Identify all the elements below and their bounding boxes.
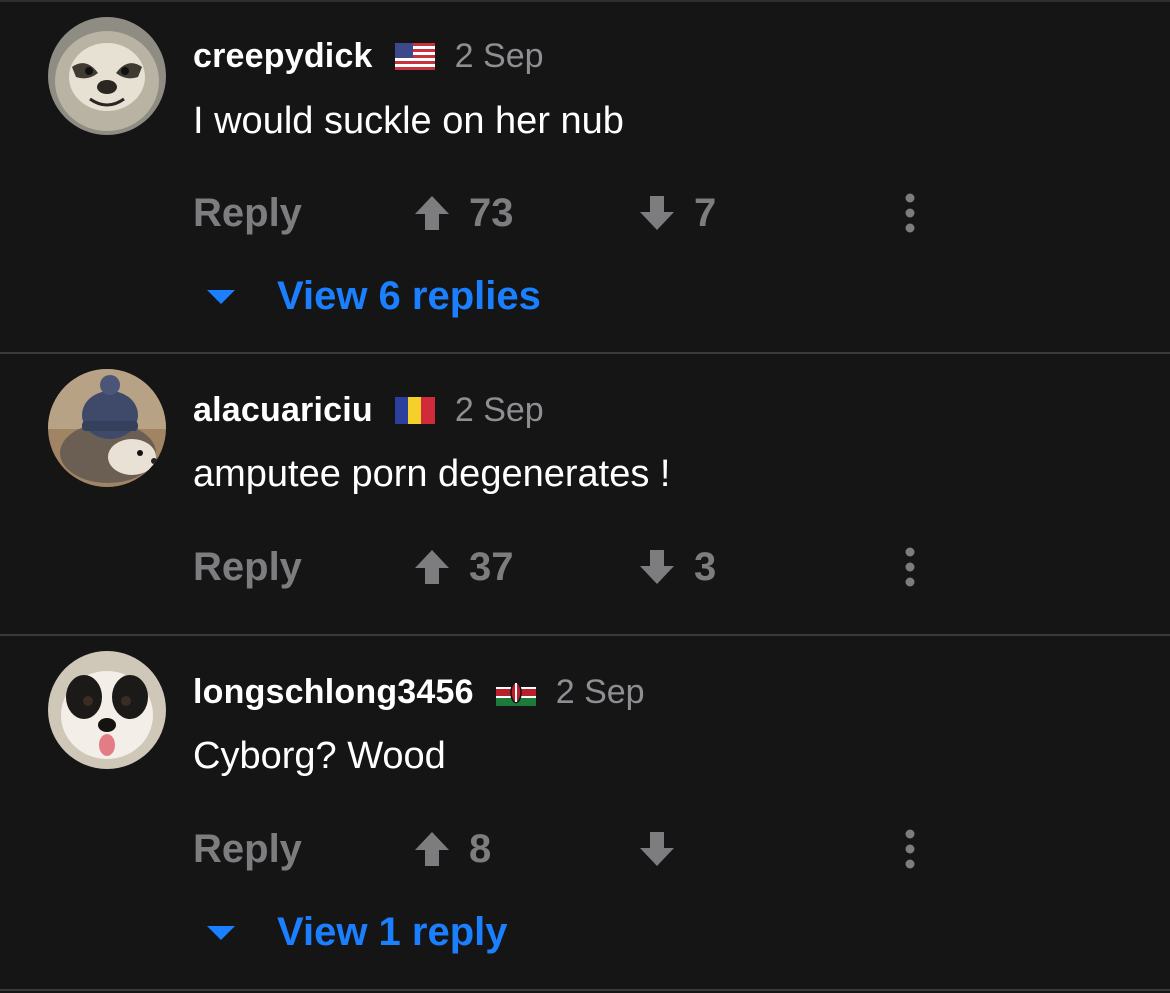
top-divider xyxy=(0,0,1170,2)
comment-text: I would suckle on her nub xyxy=(193,100,624,142)
comment-divider xyxy=(0,352,1170,354)
more-options-icon[interactable] xyxy=(895,190,925,236)
view-replies-label: View 6 replies xyxy=(277,273,541,318)
comment-actions: Reply 37 3 xyxy=(193,544,953,590)
arrow-up-icon xyxy=(415,196,449,230)
arrow-down-icon xyxy=(640,196,674,230)
view-replies-button[interactable]: View 1 reply xyxy=(205,909,508,955)
downvote-count: 3 xyxy=(694,544,717,589)
upvote-count: 73 xyxy=(469,190,514,235)
downvote-button[interactable]: 3 xyxy=(638,544,716,590)
comment-divider xyxy=(0,989,1170,991)
more-options-icon[interactable] xyxy=(895,826,925,872)
downvote-count: 7 xyxy=(694,190,717,235)
upvote-count: 8 xyxy=(469,826,492,871)
comment-divider xyxy=(0,634,1170,636)
arrow-down-icon xyxy=(640,550,674,584)
dog-avatar[interactable] xyxy=(48,651,166,769)
comment-date: 2 Sep xyxy=(555,672,645,711)
more-options-icon[interactable] xyxy=(895,544,925,590)
comment-header: alacuariciu 2 Sep xyxy=(193,390,544,430)
downvote-button[interactable] xyxy=(638,826,694,872)
upvote-button[interactable]: 37 xyxy=(413,544,514,590)
downvote-button[interactable]: 7 xyxy=(638,190,716,236)
caret-down-icon xyxy=(205,922,237,942)
sloth-avatar[interactable] xyxy=(48,17,166,135)
arrow-up-icon xyxy=(415,832,449,866)
comment-text: amputee porn degenerates ! xyxy=(193,453,671,495)
username[interactable]: alacuariciu xyxy=(193,391,373,430)
romania-flag-icon xyxy=(394,396,435,424)
view-replies-label: View 1 reply xyxy=(277,909,508,954)
upvote-button[interactable]: 73 xyxy=(413,190,514,236)
upvote-button[interactable]: 8 xyxy=(413,826,491,872)
comment-actions: Reply 8 xyxy=(193,826,953,872)
arrow-up-icon xyxy=(415,550,449,584)
username[interactable]: longschlong3456 xyxy=(193,673,474,712)
username[interactable]: creepydick xyxy=(193,37,373,76)
us-flag-icon xyxy=(394,42,435,70)
kenya-flag-icon xyxy=(495,678,536,706)
reply-button[interactable]: Reply xyxy=(193,190,302,236)
comment-date: 2 Sep xyxy=(454,390,544,429)
caret-down-icon xyxy=(205,286,237,306)
reply-button[interactable]: Reply xyxy=(193,826,302,872)
hedgehog-avatar[interactable] xyxy=(48,369,166,487)
comment-text: Cyborg? Wood xyxy=(193,735,446,777)
comment-header: longschlong3456 2 Sep xyxy=(193,672,645,712)
comment-date: 2 Sep xyxy=(454,36,544,75)
comment-actions: Reply 73 7 xyxy=(193,190,953,236)
reply-button[interactable]: Reply xyxy=(193,544,302,590)
arrow-down-icon xyxy=(640,832,674,866)
comment-header: creepydick 2 Sep xyxy=(193,36,544,76)
view-replies-button[interactable]: View 6 replies xyxy=(205,273,541,319)
upvote-count: 37 xyxy=(469,544,514,589)
